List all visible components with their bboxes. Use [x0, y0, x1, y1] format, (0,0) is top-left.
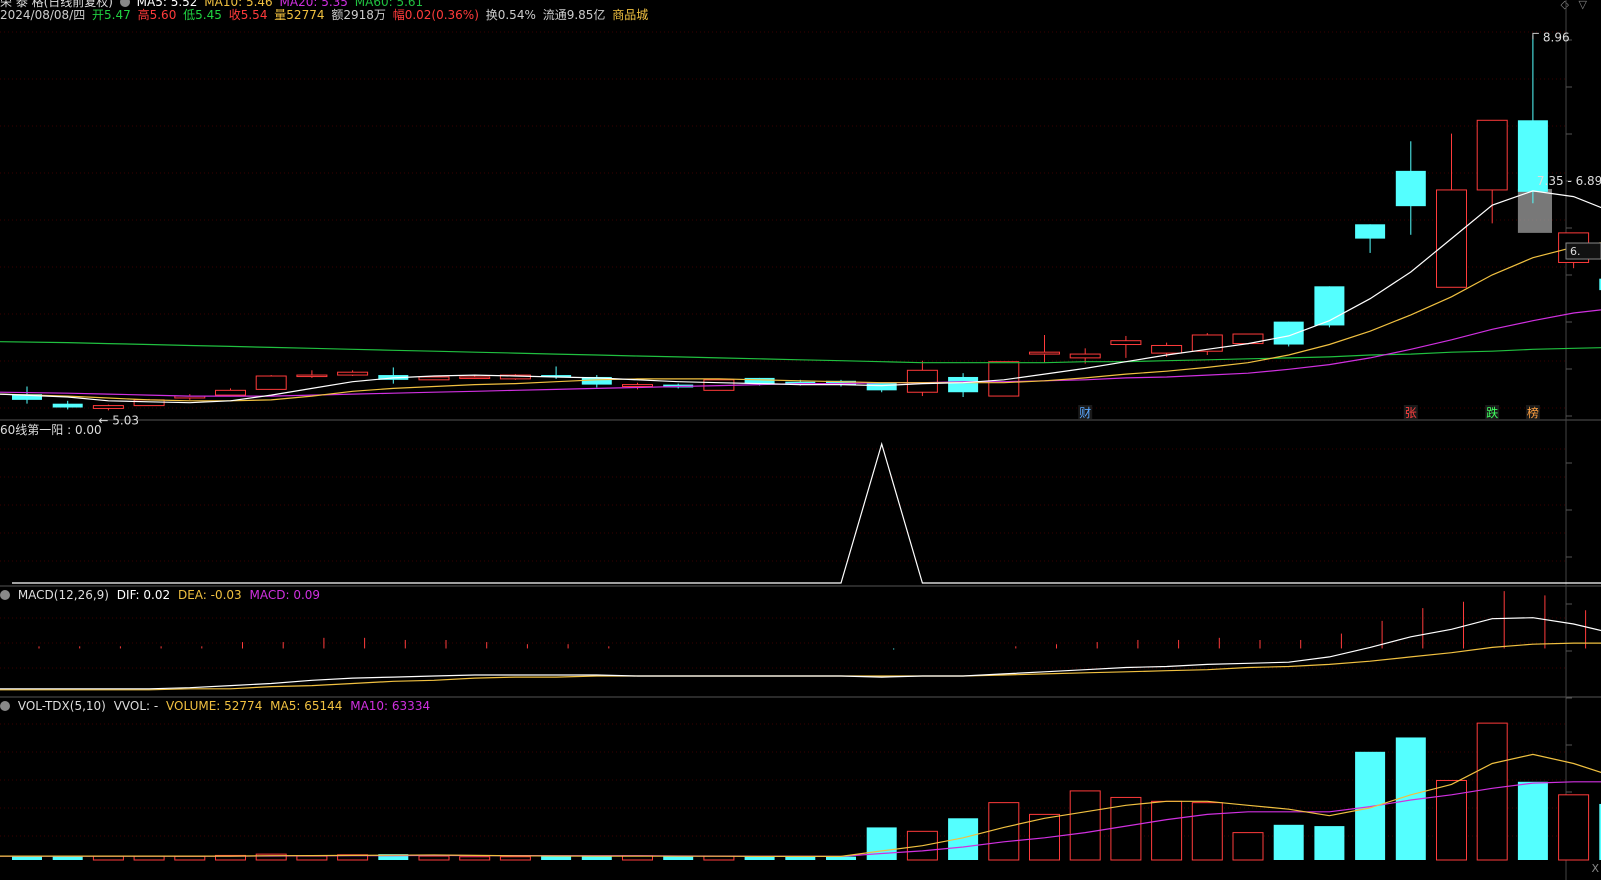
ma10-line	[0, 242, 1601, 402]
signal-line	[12, 441, 1601, 584]
candle-body-up	[337, 371, 369, 376]
kline-chart[interactable]: 8.96← 5.037.35 - 6.896.62 - 6.526.财张跌榜	[0, 0, 1601, 880]
candle-body-down	[1355, 224, 1386, 239]
candle-body-up	[1069, 353, 1101, 359]
high-price-label: 8.96	[1543, 30, 1570, 44]
candle-body-up	[296, 374, 328, 378]
candle-body-down	[948, 376, 979, 393]
volume-bar-down	[1517, 781, 1548, 860]
candle-body-down	[1395, 170, 1426, 207]
dif-line	[0, 617, 1601, 690]
volume-bar-up	[1069, 790, 1101, 861]
candle-body-down	[1273, 321, 1304, 345]
event-marker: 榜	[1525, 405, 1540, 420]
volume-bar-down	[663, 856, 694, 860]
volume-bar-up	[1436, 779, 1467, 861]
volume-bar-up	[1151, 800, 1183, 861]
volume-bar-up	[988, 802, 1020, 861]
candle-body-up	[459, 376, 491, 379]
volume-bar-down	[866, 827, 897, 860]
volume-bar-down	[826, 856, 856, 860]
candle-body-up	[622, 384, 653, 388]
candle-body-up	[1110, 340, 1142, 346]
candle-body-up	[418, 376, 450, 381]
candle-body-up	[1476, 119, 1508, 191]
zone-upper-label: 7.35 - 6.89	[1537, 174, 1601, 188]
candle-body-up	[215, 389, 246, 396]
event-marker: 跌	[1485, 405, 1500, 420]
volume-bar-up	[499, 856, 531, 861]
candle-body-up	[1029, 351, 1060, 355]
candle-body-up	[906, 369, 938, 393]
volume-bar-up	[418, 855, 450, 861]
volume-bar-down	[1273, 824, 1304, 860]
event-marker-text: 财	[1079, 406, 1091, 420]
high-marker-hook	[1532, 32, 1539, 40]
candle-body-down	[52, 403, 83, 408]
low-price-label: ← 5.03	[98, 413, 139, 427]
event-marker-text: 榜	[1527, 405, 1539, 420]
right-price-tag-text: 6.	[1570, 245, 1581, 258]
event-marker-text: 张	[1405, 406, 1417, 420]
event-marker: 张	[1403, 405, 1418, 420]
volume-bar-up	[459, 856, 491, 861]
volume-bar-up	[1232, 832, 1264, 861]
volume-bar-down	[948, 818, 979, 860]
resistance-zone-upper	[1517, 188, 1552, 233]
ma5-line	[0, 190, 1601, 404]
volume-bar-up	[1191, 802, 1223, 861]
volume-bar-up	[296, 855, 328, 861]
event-marker: 财	[1078, 405, 1093, 420]
volume-bar-down	[1355, 751, 1386, 860]
candle-body-down	[866, 382, 897, 391]
candle-body-up	[92, 405, 124, 409]
candle-body-up	[255, 375, 287, 390]
volume-bar-up	[174, 855, 206, 861]
volume-bar-down	[1314, 826, 1345, 860]
event-marker-text: 跌	[1486, 405, 1498, 420]
candle-body-down	[1314, 286, 1345, 326]
candle-body-up	[1151, 344, 1183, 354]
volume-bar-up	[1476, 722, 1508, 861]
volume-bar-up	[1558, 794, 1590, 861]
volume-bar-up	[255, 853, 287, 861]
